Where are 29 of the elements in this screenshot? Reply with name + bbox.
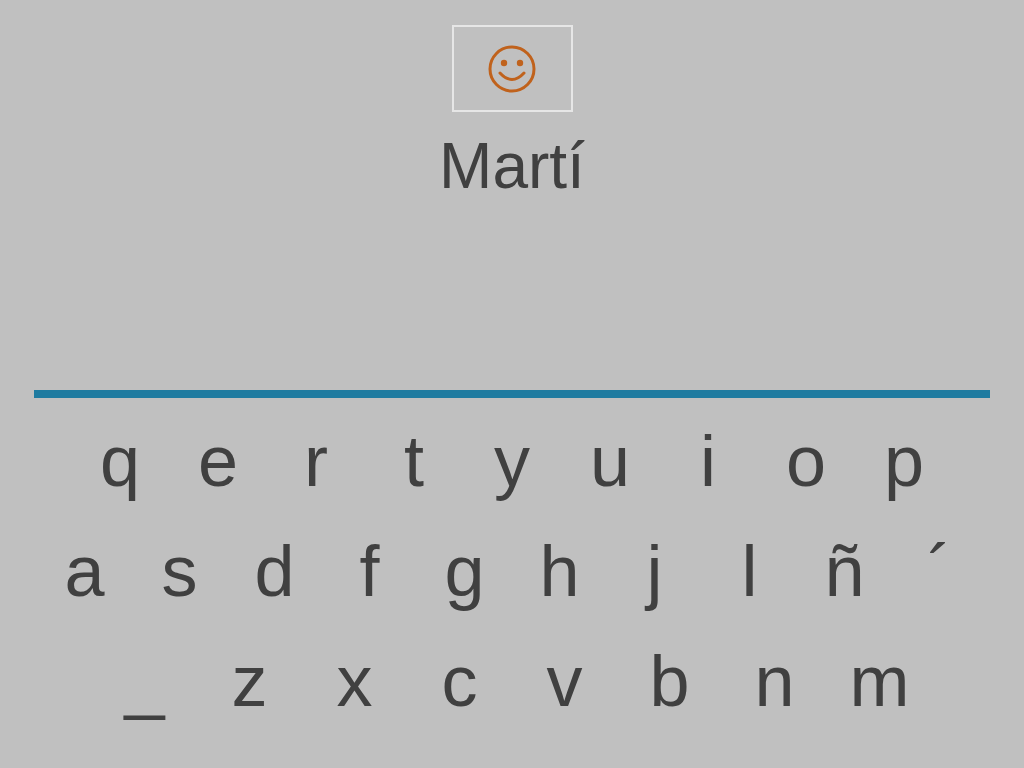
letter-key[interactable]: v (512, 640, 617, 722)
letter-key[interactable]: a (37, 530, 132, 612)
letter-key[interactable]: x (302, 640, 407, 722)
letter-key[interactable]: t (365, 420, 463, 502)
letter-key[interactable]: q (71, 420, 169, 502)
letter-key[interactable]: m (827, 640, 932, 722)
letter-key[interactable]: i (659, 420, 757, 502)
letter-key[interactable]: l (702, 530, 797, 612)
letter-key[interactable]: g (417, 530, 512, 612)
letter-key[interactable]: _ (92, 640, 197, 722)
letter-key[interactable]: d (227, 530, 322, 612)
letter-key[interactable]: c (407, 640, 512, 722)
letter-key[interactable]: u (561, 420, 659, 502)
smiley-icon (487, 43, 537, 94)
letter-key[interactable]: h (512, 530, 607, 612)
letter-key[interactable]: p (855, 420, 953, 502)
letter-key[interactable]: z (197, 640, 302, 722)
letter-key[interactable]: f (322, 530, 417, 612)
letter-key[interactable]: b (617, 640, 722, 722)
letter-key[interactable]: j (607, 530, 702, 612)
letter-key[interactable]: o (757, 420, 855, 502)
letter-key[interactable]: ñ (797, 530, 892, 612)
word-label: Martí (439, 134, 585, 198)
letter-key[interactable]: n (722, 640, 827, 722)
letter-key[interactable]: e (169, 420, 267, 502)
letter-key[interactable]: y (463, 420, 561, 502)
letter-key[interactable]: ´ (892, 530, 987, 612)
letter-key[interactable]: s (132, 530, 227, 612)
letter-key[interactable]: r (267, 420, 365, 502)
